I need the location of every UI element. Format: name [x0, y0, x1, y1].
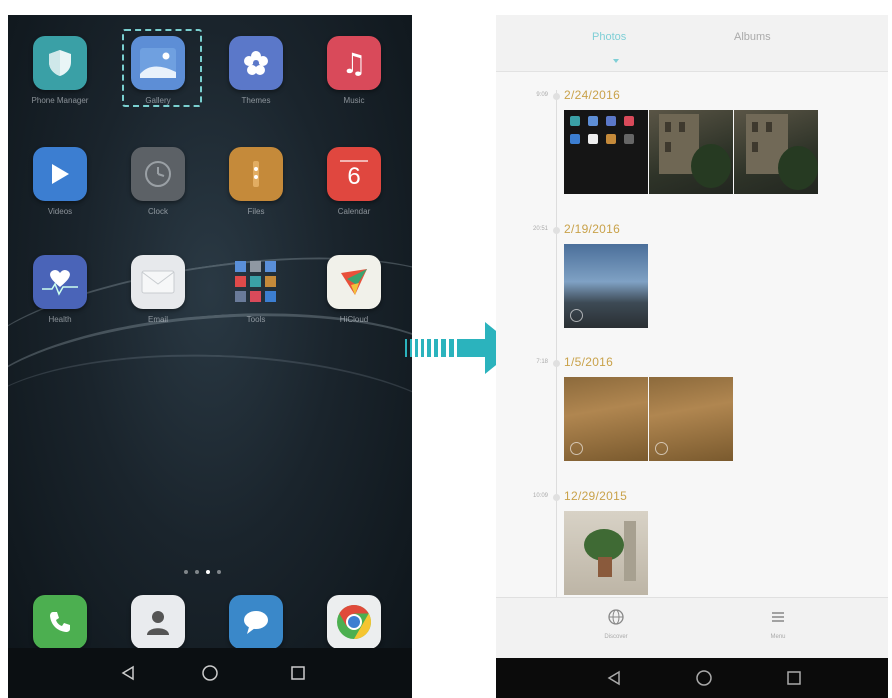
wallpaper-wave: [8, 346, 412, 526]
section-date: 12/29/2015: [564, 489, 628, 503]
menu-button[interactable]: Menu: [748, 608, 808, 640]
app-label: Email: [147, 315, 168, 324]
app-label: Clock: [147, 207, 168, 216]
home-button[interactable]: [198, 661, 222, 685]
page-indicator: [184, 570, 221, 574]
app-label: Files: [247, 207, 265, 216]
app-label: Health: [48, 315, 72, 324]
timeline-dot: [553, 93, 560, 100]
dock-phone[interactable]: [20, 595, 100, 649]
section-date: 1/5/2016: [564, 355, 614, 369]
gallery-tabs: Photos Albums: [496, 15, 888, 72]
home-screen: Phone Manager Gallery Themes ♫ Music Vid…: [8, 15, 412, 698]
email-icon: [131, 255, 185, 309]
thumbnail-row: [564, 511, 648, 595]
section-date: 2/24/2016: [564, 88, 621, 102]
folder-icon: [229, 255, 283, 309]
photo-thumbnail[interactable]: [649, 110, 733, 194]
videos-icon: [33, 147, 87, 201]
timeline-line: [556, 90, 557, 610]
photo-thumbnail[interactable]: [564, 511, 648, 595]
messaging-icon: [229, 595, 283, 649]
app-label: Tools: [246, 315, 266, 324]
dock-contacts[interactable]: [118, 595, 198, 649]
recents-button[interactable]: [782, 666, 806, 690]
timeline-dot: [553, 227, 560, 234]
app-music[interactable]: ♫ Music: [314, 36, 394, 106]
thumbnail-row: [564, 377, 733, 461]
app-health[interactable]: Health: [20, 255, 100, 325]
app-label: HiCloud: [339, 315, 369, 324]
globe-icon: [608, 609, 624, 625]
navigation-bar: [496, 658, 888, 698]
app-email[interactable]: Email: [118, 255, 198, 325]
photo-thumbnail[interactable]: [734, 110, 818, 194]
gallery-screen: Photos Albums 9:09 2/24/2016 20:51 2/19/…: [496, 15, 888, 698]
navigation-bar: [8, 648, 412, 698]
app-videos[interactable]: Videos: [20, 147, 100, 217]
app-hicloud[interactable]: HiCloud: [314, 255, 394, 325]
tab-albums[interactable]: Albums: [734, 31, 771, 43]
health-icon: [33, 255, 87, 309]
section-time: 10:09: [532, 493, 548, 499]
app-label: Videos: [47, 207, 73, 216]
gallery-highlight-box: [122, 29, 202, 107]
page-dot: [184, 570, 188, 574]
photo-thumbnail[interactable]: [564, 110, 648, 194]
gallery-bottom-bar: Discover Menu: [496, 597, 888, 658]
app-label: Phone Manager: [31, 96, 89, 105]
back-button[interactable]: [116, 661, 140, 685]
dock-chrome[interactable]: [314, 595, 394, 649]
section-time: 7:18: [536, 359, 548, 365]
calendar-icon: 6: [327, 147, 381, 201]
tab-photos[interactable]: Photos: [592, 31, 626, 43]
calendar-day: 6: [347, 162, 361, 190]
dock-messaging[interactable]: [216, 595, 296, 649]
thumbnail-row: [564, 244, 648, 328]
app-label: Themes: [241, 96, 271, 105]
app-calendar[interactable]: 6 Calendar: [314, 147, 394, 217]
clock-icon: [131, 147, 185, 201]
page-dot: [195, 570, 199, 574]
hicloud-icon: [327, 255, 381, 309]
themes-icon: [229, 36, 283, 90]
files-icon: [229, 147, 283, 201]
music-icon: ♫: [327, 36, 381, 90]
photo-thumbnail[interactable]: [564, 244, 648, 328]
app-label: Calendar: [337, 207, 371, 216]
app-clock[interactable]: Clock: [118, 147, 198, 217]
app-files[interactable]: Files: [216, 147, 296, 217]
tab-indicator: [613, 59, 619, 63]
section-time: 9:09: [536, 92, 548, 98]
shield-icon: [33, 36, 87, 90]
video-play-icon: [570, 442, 583, 455]
menu-label: Menu: [770, 634, 786, 640]
menu-icon: [772, 612, 784, 622]
phone-icon: [33, 595, 87, 649]
page-dot: [217, 570, 221, 574]
recents-button[interactable]: [286, 661, 310, 685]
page-dot-active: [206, 570, 210, 574]
section-time: 20:51: [532, 226, 548, 232]
chrome-icon: [327, 595, 381, 649]
timeline-dot: [553, 494, 560, 501]
discover-label: Discover: [604, 634, 628, 640]
app-phone-manager[interactable]: Phone Manager: [20, 36, 100, 106]
discover-button[interactable]: Discover: [586, 608, 646, 640]
video-play-icon: [655, 442, 668, 455]
photo-thumbnail[interactable]: [564, 377, 648, 461]
video-play-icon: [570, 309, 583, 322]
app-folder[interactable]: Tools: [216, 255, 296, 325]
app-themes[interactable]: Themes: [216, 36, 296, 106]
app-label: Music: [343, 96, 365, 105]
back-button[interactable]: [602, 666, 626, 690]
home-button[interactable]: [692, 666, 716, 690]
contacts-icon: [131, 595, 185, 649]
photo-thumbnail[interactable]: [649, 377, 733, 461]
timeline-dot: [553, 360, 560, 367]
thumbnail-row: [564, 110, 818, 194]
section-date: 2/19/2016: [564, 222, 621, 236]
